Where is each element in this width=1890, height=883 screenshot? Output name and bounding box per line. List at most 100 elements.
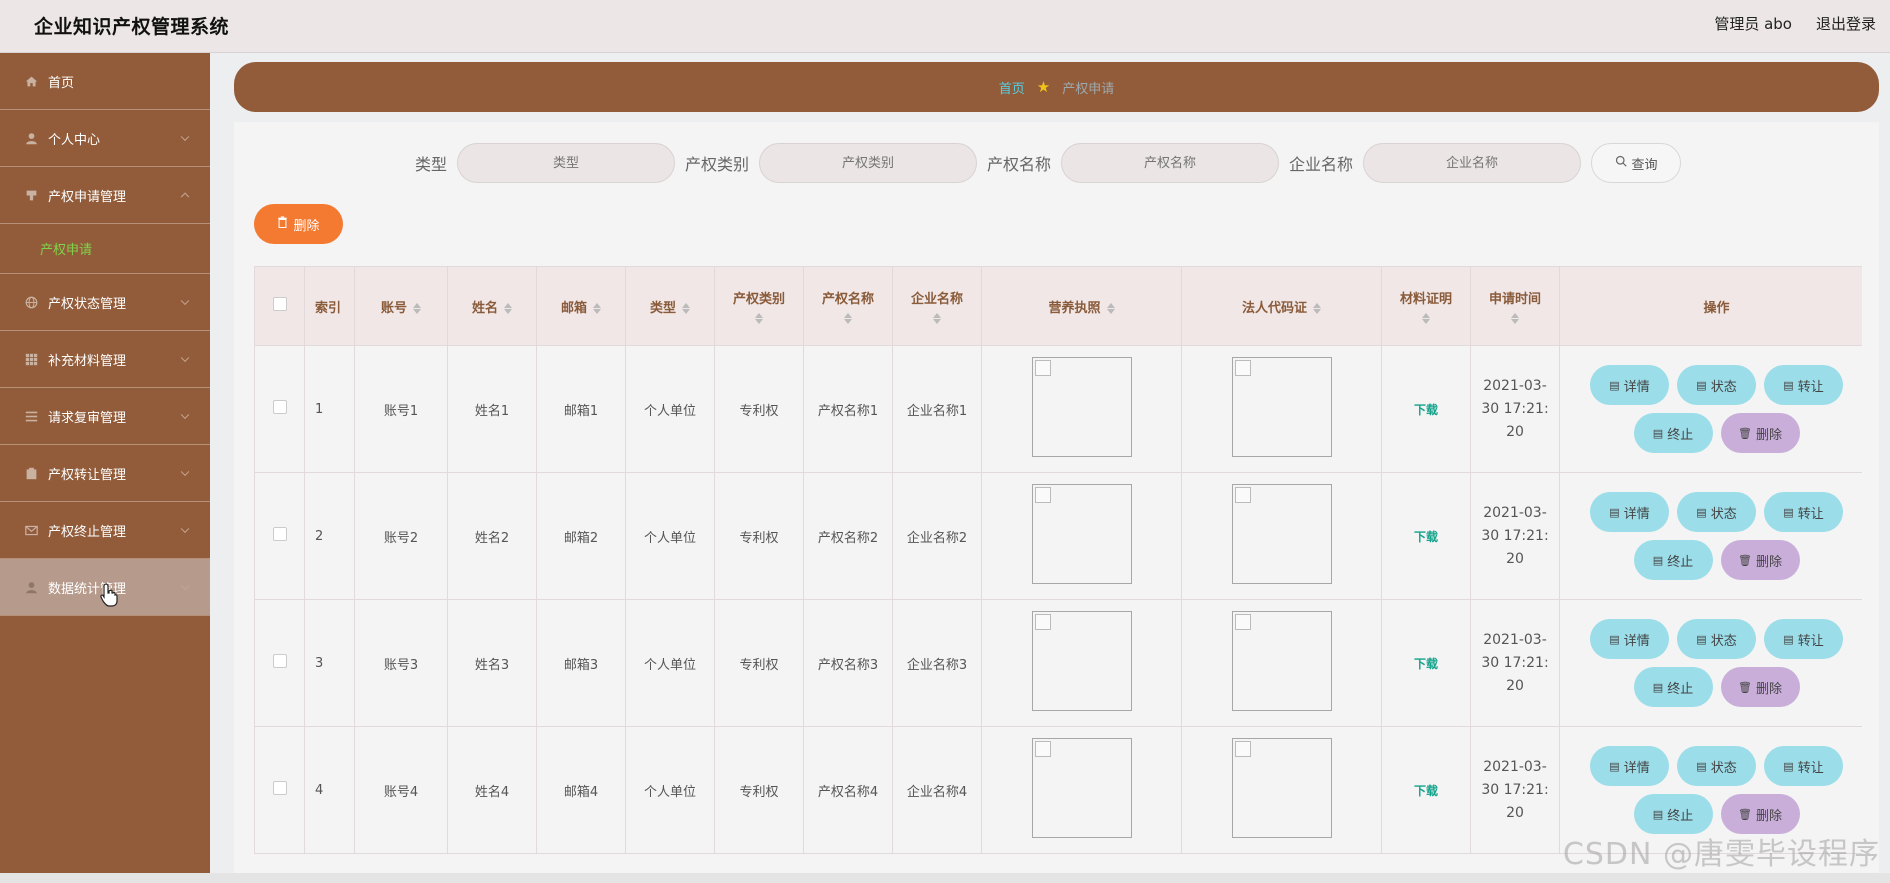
hand-cursor-icon — [100, 583, 118, 613]
sidebar-item-ip-status-management[interactable]: 产权状态管理 — [0, 274, 210, 331]
transfer-button[interactable]: ▤ 转让 — [1764, 746, 1843, 786]
sidebar-item-ip-application-management[interactable]: 产权申请管理 — [0, 167, 210, 224]
col-ip-name-label: 产权名称 — [821, 291, 874, 307]
query-button[interactable]: 查询 — [1591, 143, 1682, 183]
broken-image-icon[interactable] — [1231, 611, 1332, 711]
sort-icon — [933, 312, 941, 324]
category-input[interactable] — [759, 143, 978, 183]
transfer-button-label: 转让 — [1797, 506, 1824, 522]
detail-button[interactable]: ▤ 详情 — [1590, 746, 1669, 786]
transfer-button[interactable]: ▤ 转让 — [1764, 492, 1843, 532]
download-link[interactable]: 下载 — [1414, 403, 1438, 417]
delete-button[interactable]: 🗑 删除 — [1720, 667, 1800, 707]
broken-image-icon[interactable] — [1231, 484, 1332, 584]
sidebar-item-ip-transfer-management[interactable]: 产权转让管理 — [0, 445, 210, 502]
terminate-button[interactable]: ▤ 终止 — [1633, 794, 1713, 834]
status-button[interactable]: ▤ 状态 — [1677, 746, 1756, 786]
cell-apply-time: 2021-03- 30 17:21: 20 — [1470, 472, 1560, 600]
cell-license — [981, 726, 1182, 854]
status-button[interactable]: ▤ 状态 — [1677, 365, 1756, 405]
sort-icon — [1313, 302, 1321, 315]
broken-image-icon[interactable] — [1031, 611, 1132, 711]
status-button[interactable]: ▤ 状态 — [1677, 492, 1756, 532]
col-type[interactable]: 类型 — [625, 266, 715, 346]
ip-name-input[interactable] — [1061, 143, 1280, 183]
row-select-cell — [254, 599, 305, 727]
col-license[interactable]: 营养执照 — [981, 266, 1182, 346]
transfer-button-label: 转让 — [1797, 633, 1824, 649]
horizontal-scrollbar[interactable] — [0, 873, 1890, 883]
cell-apply-time: 2021-03- 30 17:21: 20 — [1470, 726, 1560, 854]
logout-link[interactable]: 退出登录 — [1816, 13, 1876, 34]
status-button-label: 状态 — [1710, 379, 1737, 395]
sort-icon — [504, 302, 512, 315]
row-select-cell — [254, 345, 305, 473]
document-icon: ▤ — [1652, 680, 1664, 694]
batch-delete-button[interactable]: 删除 — [254, 204, 343, 244]
star-icon: ★ — [1036, 78, 1051, 96]
transfer-button[interactable]: ▤ 转让 — [1764, 619, 1843, 659]
row-checkbox[interactable] — [272, 400, 287, 414]
download-link[interactable]: 下载 — [1414, 530, 1438, 544]
delete-button[interactable]: 🗑 删除 — [1720, 794, 1800, 834]
delete-button[interactable]: 🗑 删除 — [1720, 413, 1800, 453]
terminate-button[interactable]: ▤ 终止 — [1633, 413, 1713, 453]
broken-image-icon[interactable] — [1031, 484, 1132, 584]
download-link[interactable]: 下载 — [1414, 657, 1438, 671]
sidebar-item-ip-termination-management[interactable]: 产权终止管理 — [0, 502, 210, 559]
broken-image-icon[interactable] — [1031, 357, 1132, 457]
broken-image-icon[interactable] — [1031, 738, 1132, 838]
col-legal-code[interactable]: 法人代码证 — [1181, 266, 1382, 346]
delete-button-label: 删除 — [1755, 554, 1782, 570]
sort-icon — [844, 312, 852, 324]
broken-image-icon[interactable] — [1231, 357, 1332, 457]
col-email[interactable]: 邮箱 — [536, 266, 626, 346]
sidebar-item-home[interactable]: 首页 — [0, 53, 210, 110]
col-name[interactable]: 姓名 — [447, 266, 537, 346]
type-input[interactable] — [457, 143, 676, 183]
transfer-button[interactable]: ▤ 转让 — [1764, 365, 1843, 405]
time-line: 20 — [1506, 804, 1524, 821]
col-license-label: 营养执照 — [1048, 300, 1101, 316]
breadcrumb-home-link[interactable]: 首页 — [999, 78, 1025, 97]
cell-account: 账号3 — [354, 599, 448, 727]
col-index: 索引 — [304, 266, 355, 346]
detail-button[interactable]: ▤ 详情 — [1590, 619, 1669, 659]
terminate-button[interactable]: ▤ 终止 — [1633, 667, 1713, 707]
company-input[interactable] — [1363, 143, 1582, 183]
terminate-button-label: 终止 — [1667, 554, 1694, 570]
time-line: 2021-03- — [1483, 631, 1547, 648]
broken-image-icon[interactable] — [1231, 738, 1332, 838]
cell-company: 企业名称1 — [892, 345, 982, 473]
terminate-button-label: 终止 — [1667, 427, 1694, 443]
cell-category: 专利权 — [714, 472, 804, 600]
row-checkbox[interactable] — [272, 527, 287, 541]
row-checkbox[interactable] — [272, 654, 287, 668]
globe-icon — [24, 295, 38, 309]
stamp-icon — [24, 188, 38, 202]
terminate-button[interactable]: ▤ 终止 — [1633, 540, 1713, 580]
time-line: 20 — [1506, 550, 1524, 567]
detail-button[interactable]: ▤ 详情 — [1590, 492, 1669, 532]
col-material[interactable]: 材料证明 — [1381, 266, 1471, 346]
download-link[interactable]: 下载 — [1414, 784, 1438, 798]
select-all-checkbox[interactable] — [272, 297, 287, 311]
submenu-item-ip-application[interactable]: 产权申请 — [0, 224, 210, 274]
document-icon: ▤ — [1609, 378, 1620, 392]
time-line: 20 — [1506, 423, 1524, 440]
detail-button[interactable]: ▤ 详情 — [1590, 365, 1669, 405]
query-button-label: 查询 — [1631, 157, 1658, 173]
col-company[interactable]: 企业名称 — [892, 266, 982, 346]
sidebar-item-label: 个人中心 — [48, 132, 101, 148]
col-category[interactable]: 产权类别 — [714, 266, 804, 346]
status-button[interactable]: ▤ 状态 — [1677, 619, 1756, 659]
sidebar-item-personal-center[interactable]: 个人中心 — [0, 110, 210, 167]
col-account[interactable]: 账号 — [354, 266, 448, 346]
cell-company: 企业名称2 — [892, 472, 982, 600]
sidebar-item-supplementary-material-management[interactable]: 补充材料管理 — [0, 331, 210, 388]
delete-button[interactable]: 🗑 删除 — [1720, 540, 1800, 580]
col-apply-time[interactable]: 申请时间 — [1470, 266, 1560, 346]
col-ip-name[interactable]: 产权名称 — [803, 266, 893, 346]
sidebar-item-review-request-management[interactable]: 请求复审管理 — [0, 388, 210, 445]
row-checkbox[interactable] — [272, 781, 287, 795]
